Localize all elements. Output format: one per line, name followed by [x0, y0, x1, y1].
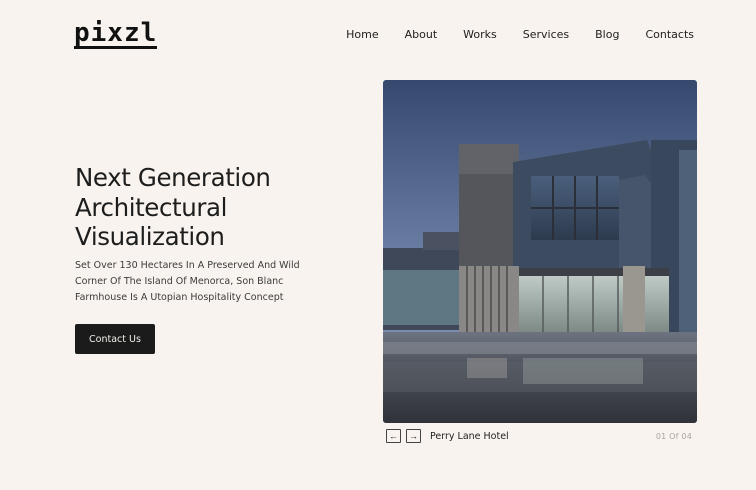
- hero-description-line: Set Over 130 Hectares In A Preserved And…: [75, 260, 300, 271]
- building-illustration: [383, 80, 697, 423]
- hero-title-line: Next Generation: [75, 163, 271, 192]
- brand-logo[interactable]: pixzl: [74, 20, 158, 49]
- nav-item-home[interactable]: Home: [346, 28, 378, 41]
- nav-item-works[interactable]: Works: [463, 28, 497, 41]
- hero-description: Set Over 130 Hectares In A Preserved And…: [75, 258, 315, 306]
- hero-title-line: Architectural: [75, 192, 228, 222]
- prev-arrow-icon[interactable]: ←: [386, 429, 401, 443]
- hero-description-line: Corner Of The Island Of Menorca, Son Bla…: [75, 276, 284, 287]
- contact-us-button[interactable]: Contact Us: [75, 324, 155, 354]
- main-nav: Home About Works Services Blog Contacts: [346, 28, 694, 41]
- nav-item-about[interactable]: About: [405, 28, 438, 41]
- slide-counter: 01 Of 04: [655, 432, 692, 441]
- next-arrow-icon[interactable]: →: [406, 429, 421, 443]
- slider-controls: ← → Perry Lane Hotel 01 Of 04: [386, 429, 694, 445]
- hero-title-line: Visualization: [75, 222, 225, 251]
- hero-description-line: Farmhouse Is A Utopian Hospitality Conce…: [75, 292, 284, 303]
- slide-caption: Perry Lane Hotel: [430, 431, 509, 442]
- nav-item-blog[interactable]: Blog: [595, 28, 619, 41]
- nav-item-contacts[interactable]: Contacts: [645, 28, 694, 41]
- nav-item-services[interactable]: Services: [523, 28, 569, 41]
- hero-building-image: [383, 80, 697, 423]
- hero-title: Next Generation Architectural Visualizat…: [75, 163, 335, 252]
